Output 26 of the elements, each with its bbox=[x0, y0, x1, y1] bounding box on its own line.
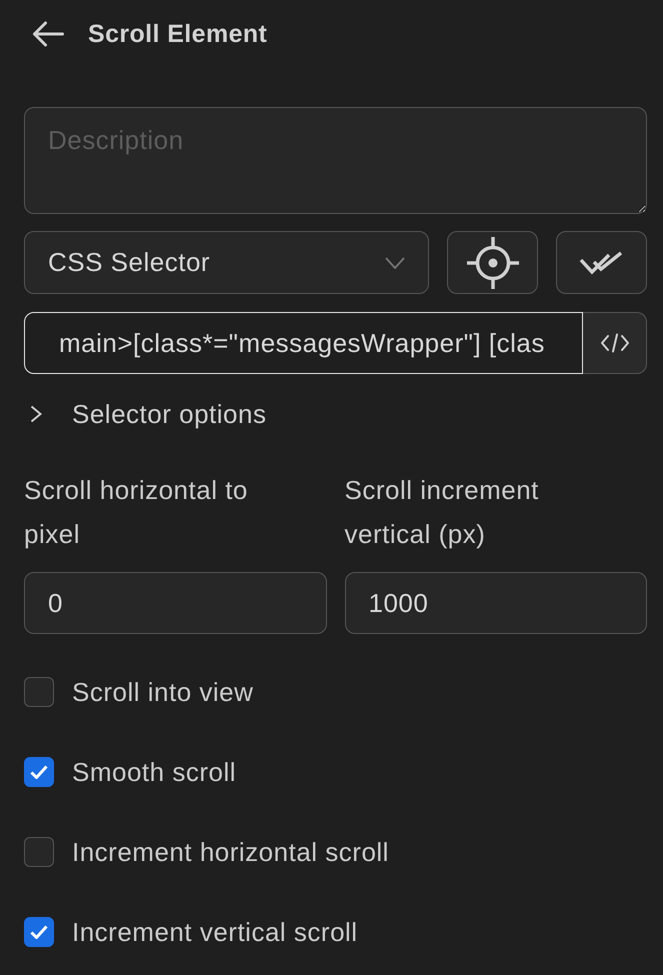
checkbox[interactable] bbox=[24, 917, 54, 947]
back-arrow-icon[interactable] bbox=[32, 21, 64, 47]
caret-icon bbox=[385, 256, 405, 268]
checkbox[interactable] bbox=[24, 677, 54, 707]
number-field[interactable]: 1000 bbox=[344, 572, 647, 634]
page-title: Scroll Element bbox=[88, 20, 268, 48]
checkbox[interactable] bbox=[24, 757, 54, 787]
number-field[interactable]: 0 bbox=[24, 572, 326, 634]
crosshair-icon bbox=[466, 236, 518, 288]
double-check-icon bbox=[578, 250, 624, 276]
crosshair-button[interactable] bbox=[447, 231, 538, 294]
checkbox[interactable] bbox=[24, 837, 54, 867]
checkbox-label: Increment vertical scroll bbox=[72, 916, 358, 948]
check-icon bbox=[30, 925, 48, 939]
code-button[interactable] bbox=[583, 312, 647, 374]
double-check-button[interactable] bbox=[556, 231, 647, 294]
checkbox-label: Scroll into view bbox=[72, 676, 254, 708]
field-label: Scroll increment vertical (px) bbox=[344, 474, 540, 551]
selector-type-dropdown[interactable]: CSS Selector bbox=[24, 231, 429, 294]
checkbox-label: Increment horizontal scroll bbox=[72, 836, 389, 868]
field-label: Scroll horizontal to pixel bbox=[24, 474, 249, 551]
selector-field[interactable]: main>[class*="messagesWrapper"] [clas bbox=[24, 312, 583, 374]
code-icon bbox=[600, 333, 630, 353]
check-icon bbox=[30, 765, 48, 779]
checkbox-label: Smooth scroll bbox=[72, 756, 236, 788]
selector-options-toggle[interactable]: Selector options bbox=[24, 398, 266, 430]
